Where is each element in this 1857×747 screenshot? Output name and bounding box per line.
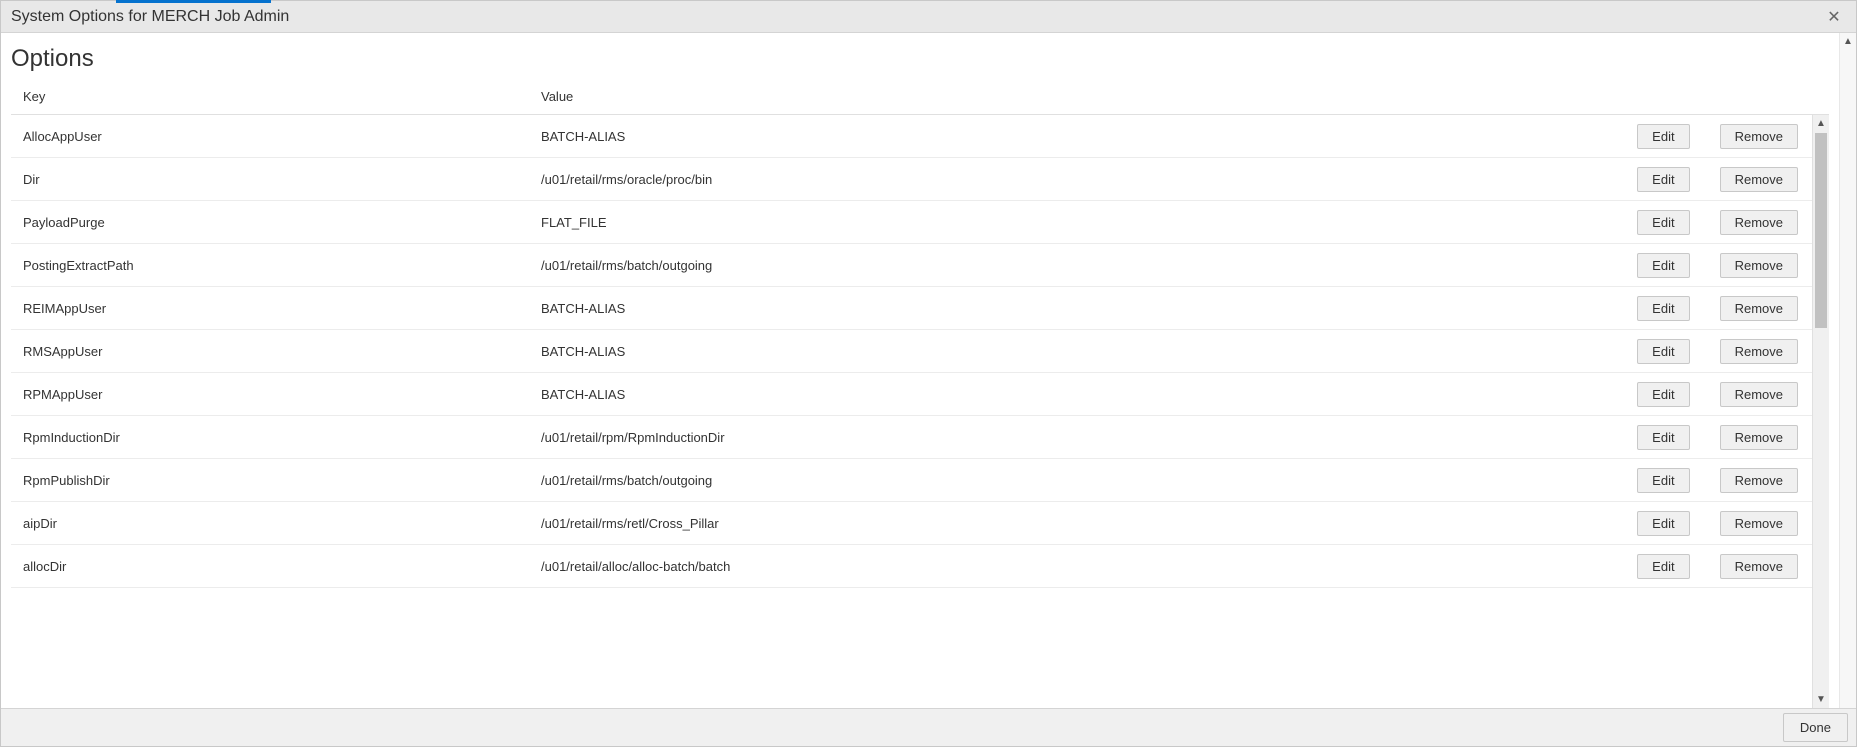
cell-actions: Edit Remove bbox=[1637, 339, 1802, 364]
close-icon[interactable]: ✕ bbox=[1822, 5, 1846, 29]
done-button[interactable]: Done bbox=[1783, 713, 1848, 742]
cell-key: REIMAppUser bbox=[21, 301, 541, 316]
scroll-thumb[interactable] bbox=[1815, 133, 1827, 328]
cell-key: RMSAppUser bbox=[21, 344, 541, 359]
column-header-value: Value bbox=[541, 89, 1659, 104]
table-body-wrap: AllocAppUserBATCH-ALIASEditRemoveDir/u01… bbox=[11, 115, 1829, 708]
cell-key: allocDir bbox=[21, 559, 541, 574]
remove-button[interactable]: Remove bbox=[1720, 468, 1798, 493]
cell-key: RpmPublishDir bbox=[21, 473, 541, 488]
table-row: PostingExtractPath/u01/retail/rms/batch/… bbox=[11, 244, 1812, 287]
cell-key: PostingExtractPath bbox=[21, 258, 541, 273]
table-row: AllocAppUserBATCH-ALIASEdit Remove bbox=[11, 115, 1812, 158]
outer-scrollbar[interactable]: ▲ bbox=[1839, 33, 1856, 708]
table-row: Dir/u01/retail/rms/oracle/proc/binEdit Re… bbox=[11, 158, 1812, 201]
cell-value: FLAT_FILE bbox=[541, 215, 1637, 230]
window-title: System Options for MERCH Job Admin bbox=[11, 8, 289, 26]
table-row: aipDir/u01/retail/rms/retl/Cross_PillarE… bbox=[11, 502, 1812, 545]
cell-key: RpmInductionDir bbox=[21, 430, 541, 445]
edit-button[interactable]: Edit bbox=[1637, 554, 1689, 579]
edit-button[interactable]: Edit bbox=[1637, 167, 1689, 192]
remove-button[interactable]: Remove bbox=[1720, 124, 1798, 149]
edit-button[interactable]: Edit bbox=[1637, 425, 1689, 450]
content-area: Options Key Value AllocAppUserBATCH-ALIA… bbox=[1, 33, 1856, 708]
edit-button[interactable]: Edit bbox=[1637, 253, 1689, 278]
cell-value: BATCH-ALIAS bbox=[541, 387, 1637, 402]
table-row: RpmPublishDir/u01/retail/rms/batch/outgo… bbox=[11, 459, 1812, 502]
remove-button[interactable]: Remove bbox=[1720, 554, 1798, 579]
remove-button[interactable]: Remove bbox=[1720, 511, 1798, 536]
table-row: RMSAppUserBATCH-ALIASEdit Remove bbox=[11, 330, 1812, 373]
dialog-window: System Options for MERCH Job Admin ✕ Opt… bbox=[0, 0, 1857, 747]
titlebar-accent bbox=[116, 0, 271, 3]
cell-actions: Edit Remove bbox=[1637, 296, 1802, 321]
cell-key: AllocAppUser bbox=[21, 129, 541, 144]
footer: Done bbox=[1, 708, 1856, 746]
cell-actions: Edit Remove bbox=[1637, 124, 1802, 149]
cell-value: /u01/retail/rms/batch/outgoing bbox=[541, 473, 1637, 488]
edit-button[interactable]: Edit bbox=[1637, 339, 1689, 364]
inner-scrollbar[interactable]: ▲ ▼ bbox=[1812, 115, 1829, 708]
cell-key: aipDir bbox=[21, 516, 541, 531]
table-row: REIMAppUserBATCH-ALIASEdit Remove bbox=[11, 287, 1812, 330]
remove-button[interactable]: Remove bbox=[1720, 382, 1798, 407]
cell-key: PayloadPurge bbox=[21, 215, 541, 230]
cell-actions: Edit Remove bbox=[1637, 511, 1802, 536]
outer-scroll-up-icon[interactable]: ▲ bbox=[1840, 33, 1856, 50]
edit-button[interactable]: Edit bbox=[1637, 382, 1689, 407]
remove-button[interactable]: Remove bbox=[1720, 167, 1798, 192]
remove-button[interactable]: Remove bbox=[1720, 253, 1798, 278]
remove-button[interactable]: Remove bbox=[1720, 339, 1798, 364]
page-title: Options bbox=[11, 45, 1829, 73]
edit-button[interactable]: Edit bbox=[1637, 124, 1689, 149]
cell-value: /u01/retail/rms/batch/outgoing bbox=[541, 258, 1637, 273]
table-body: AllocAppUserBATCH-ALIASEditRemoveDir/u01… bbox=[11, 115, 1812, 708]
cell-actions: Edit Remove bbox=[1637, 253, 1802, 278]
edit-button[interactable]: Edit bbox=[1637, 511, 1689, 536]
cell-actions: Edit Remove bbox=[1637, 554, 1802, 579]
edit-button[interactable]: Edit bbox=[1637, 468, 1689, 493]
cell-key: Dir bbox=[21, 172, 541, 187]
main-panel: Options Key Value AllocAppUserBATCH-ALIA… bbox=[1, 33, 1839, 708]
column-header-actions bbox=[1659, 89, 1819, 104]
remove-button[interactable]: Remove bbox=[1720, 296, 1798, 321]
table-row: allocDir/u01/retail/alloc/alloc-batch/ba… bbox=[11, 545, 1812, 588]
table-row: RPMAppUserBATCH-ALIASEdit Remove bbox=[11, 373, 1812, 416]
cell-value: /u01/retail/rpm/RpmInductionDir bbox=[541, 430, 1637, 445]
cell-key: RPMAppUser bbox=[21, 387, 541, 402]
remove-button[interactable]: Remove bbox=[1720, 425, 1798, 450]
cell-value: /u01/retail/alloc/alloc-batch/batch bbox=[541, 559, 1637, 574]
cell-value: BATCH-ALIAS bbox=[541, 301, 1637, 316]
remove-button[interactable]: Remove bbox=[1720, 210, 1798, 235]
titlebar: System Options for MERCH Job Admin ✕ bbox=[1, 1, 1856, 33]
cell-actions: Edit Remove bbox=[1637, 210, 1802, 235]
cell-actions: Edit Remove bbox=[1637, 468, 1802, 493]
cell-value: BATCH-ALIAS bbox=[541, 129, 1637, 144]
cell-value: /u01/retail/rms/oracle/proc/bin bbox=[541, 172, 1637, 187]
table-row: PayloadPurgeFLAT_FILEEdit Remove bbox=[11, 201, 1812, 244]
edit-button[interactable]: Edit bbox=[1637, 296, 1689, 321]
cell-value: /u01/retail/rms/retl/Cross_Pillar bbox=[541, 516, 1637, 531]
edit-button[interactable]: Edit bbox=[1637, 210, 1689, 235]
cell-actions: Edit Remove bbox=[1637, 382, 1802, 407]
scroll-down-icon[interactable]: ▼ bbox=[1813, 691, 1829, 708]
scroll-up-icon[interactable]: ▲ bbox=[1813, 115, 1829, 132]
cell-actions: Edit Remove bbox=[1637, 167, 1802, 192]
table-row: RpmInductionDir/u01/retail/rpm/RpmInduct… bbox=[11, 416, 1812, 459]
table-header: Key Value bbox=[11, 83, 1829, 115]
column-header-key: Key bbox=[21, 89, 541, 104]
cell-actions: Edit Remove bbox=[1637, 425, 1802, 450]
cell-value: BATCH-ALIAS bbox=[541, 344, 1637, 359]
